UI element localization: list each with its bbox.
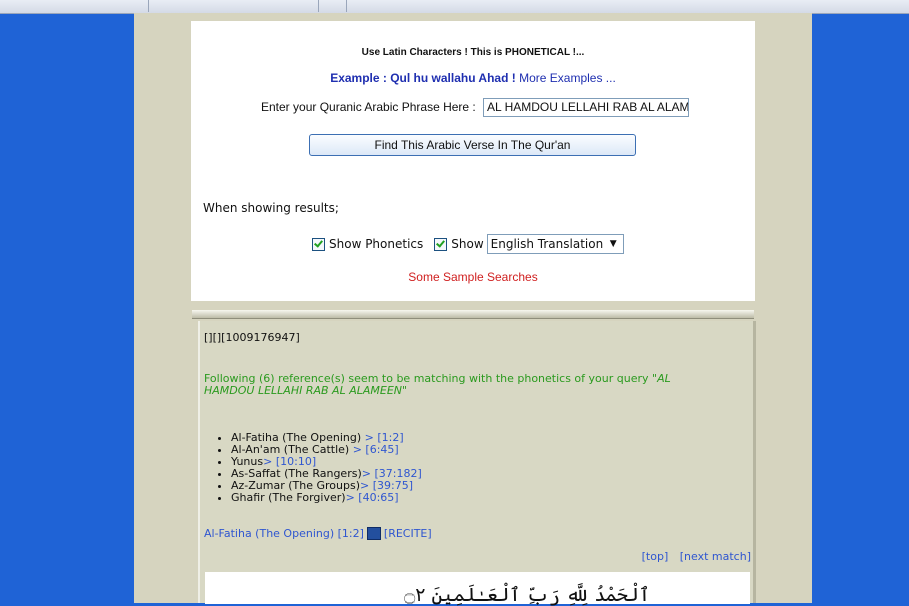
show-phonetics-label: Show Phonetics bbox=[329, 237, 424, 251]
top-link[interactable]: [top] bbox=[642, 550, 669, 563]
toolbar-segment bbox=[148, 0, 319, 12]
more-examples-link[interactable]: More Examples ... bbox=[519, 71, 616, 85]
phonetic-hint: Use Latin Characters ! This is PHONETICA… bbox=[361, 47, 585, 58]
book-icon[interactable] bbox=[366, 527, 381, 540]
results-panel: [][][1009176947] Following (6) reference… bbox=[198, 321, 756, 606]
surah-name: Ghafir (The Forgiver) bbox=[231, 491, 346, 504]
translation-select-value: English Translation bbox=[490, 237, 604, 251]
match-title-link[interactable]: Al-Fatiha (The Opening) [1:2] bbox=[204, 527, 364, 540]
reference-link[interactable]: > [6:45] bbox=[349, 443, 399, 456]
next-match-link[interactable]: [next match] bbox=[680, 550, 751, 563]
reference-link[interactable]: > [40:65] bbox=[346, 491, 399, 504]
show-translation-checkbox[interactable] bbox=[434, 237, 448, 251]
section-divider bbox=[192, 310, 754, 319]
phrase-input[interactable]: AL HAMDOU LELLAHI RAB AL ALAMEEN bbox=[483, 98, 689, 117]
page-container: Use Latin Characters ! This is PHONETICA… bbox=[134, 13, 812, 606]
example-text: Example : Qul hu wallahu Ahad ! bbox=[330, 71, 516, 85]
example-line: Example : Qul hu wallahu Ahad ! More Exa… bbox=[191, 71, 755, 85]
show-label: Show bbox=[451, 237, 484, 251]
sample-searches-link[interactable]: Some Sample Searches bbox=[191, 270, 755, 284]
match-nav: [top] [next match] bbox=[634, 550, 751, 563]
match-summary: Following (6) reference(s) seem to be ma… bbox=[204, 373, 714, 397]
toolbar-segment bbox=[0, 0, 149, 12]
phrase-label: Enter your Quranic Arabic Phrase Here : bbox=[261, 100, 476, 114]
recite-link[interactable]: [RECITE] bbox=[384, 527, 432, 540]
chevron-down-icon: ▼ bbox=[609, 239, 617, 249]
result-id: [][][1009176947] bbox=[204, 331, 300, 344]
reference-list: Al-Fatiha (The Opening) > [1:2] Al-An'am… bbox=[204, 432, 422, 504]
find-verse-button[interactable]: Find This Arabic Verse In The Qur'an bbox=[309, 134, 636, 156]
verse-box: ٱلْحَمْدُ لِلَّهِ رَبِّ ٱلْعَـٰلَمِينَ ۝… bbox=[205, 572, 750, 606]
display-options: Show Phonetics Show English Translation … bbox=[312, 234, 624, 254]
search-form: Use Latin Characters ! This is PHONETICA… bbox=[191, 21, 755, 301]
match-heading: Al-Fatiha (The Opening) [1:2] [RECITE] bbox=[204, 527, 432, 540]
show-phonetics-checkbox[interactable] bbox=[312, 237, 325, 251]
when-showing-label: When showing results; bbox=[203, 201, 339, 215]
toolbar-segment bbox=[318, 0, 347, 12]
translation-select[interactable]: English Translation ▼ bbox=[486, 234, 624, 254]
browser-toolbar bbox=[0, 0, 909, 14]
list-item: Ghafir (The Forgiver)> [40:65] bbox=[231, 492, 422, 504]
